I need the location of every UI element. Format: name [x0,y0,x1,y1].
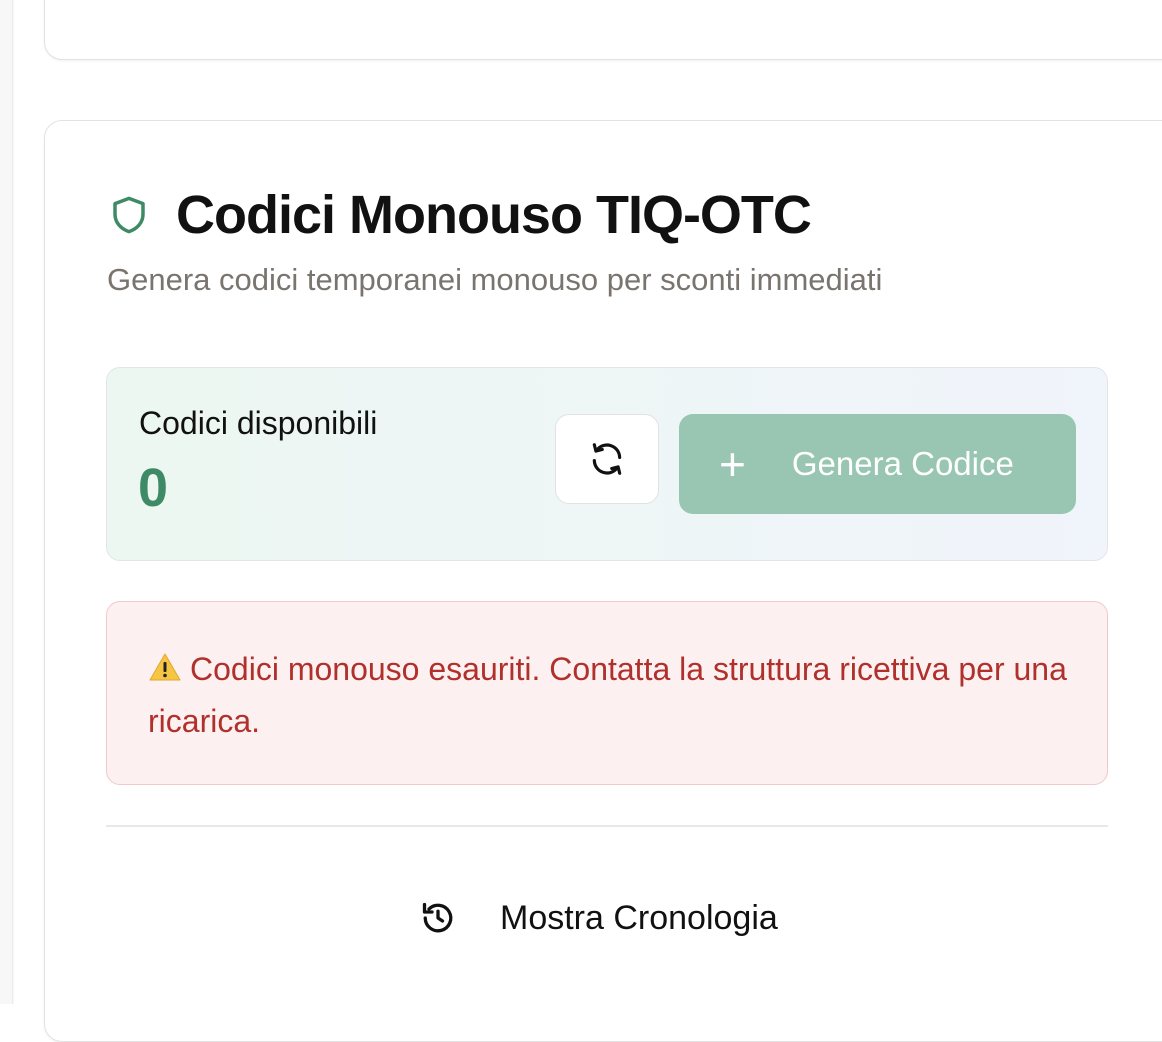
previous-card [44,0,1162,60]
history-icon [422,902,453,933]
show-history-label: Mostra Cronologia [500,898,778,937]
refresh-button[interactable] [555,414,659,504]
available-codes-count: 0 [138,458,169,518]
section-divider [106,825,1108,827]
plus-icon: + [719,438,746,490]
alert-text: Codici monouso esauriti. Contatta la str… [148,643,1068,747]
refresh-icon [592,443,622,475]
warning-icon [149,653,181,681]
alert-message: Codici monouso esauriti. Contatta la str… [148,651,1067,739]
show-history-button[interactable]: Mostra Cronologia [420,893,778,943]
generate-code-label: Genera Codice [791,445,1014,482]
card-header: Codici Monouso TIQ-OTC [108,180,812,250]
card-title: Codici Monouso TIQ-OTC [176,185,812,245]
available-codes-label: Codici disponibili [139,405,378,441]
shield-icon [113,196,145,234]
left-panel-border [12,0,13,1004]
card-subtitle: Genera codici temporanei monouso per sco… [107,262,883,297]
generate-code-button[interactable]: + Genera Codice [679,414,1076,514]
